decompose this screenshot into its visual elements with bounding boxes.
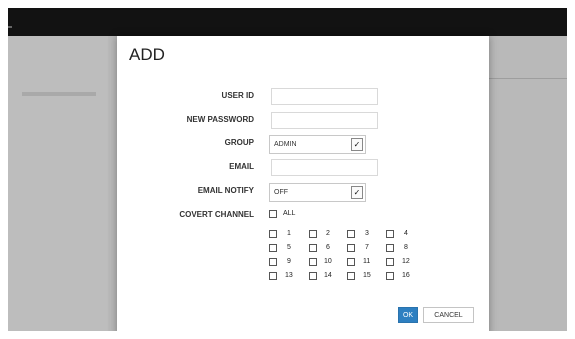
covert-all-label: ALL (283, 210, 296, 217)
group-select[interactable]: ADMIN ✓ (269, 135, 366, 154)
channel-checkbox[interactable] (386, 272, 394, 280)
dialog-title: ADD (129, 45, 165, 64)
group-label: GROUP (224, 138, 254, 147)
channel-label: 6 (326, 244, 330, 251)
channel-label: 1 (287, 230, 291, 237)
channel-label: 16 (402, 272, 410, 279)
channel-checkbox[interactable] (309, 244, 317, 252)
channel-checkbox[interactable] (347, 244, 355, 252)
channel-label: 7 (365, 244, 369, 251)
app-topbar (8, 8, 567, 36)
add-user-dialog: ADD USER ID NEW PASSWORD GROUP ADMIN ✓ E… (117, 36, 489, 331)
channel-label: 4 (404, 230, 408, 237)
chevron-down-icon[interactable]: ✓ (351, 138, 363, 151)
user-id-input[interactable] (271, 88, 378, 105)
topbar-mark (8, 26, 12, 28)
channel-checkbox[interactable] (269, 272, 277, 280)
channel-label: 12 (402, 258, 410, 265)
email-label: EMAIL (229, 162, 254, 171)
channel-checkbox[interactable] (269, 230, 277, 238)
user-id-label: USER ID (221, 91, 254, 100)
channel-label: 14 (324, 272, 332, 279)
email-notify-select[interactable]: OFF ✓ (269, 183, 366, 202)
channel-checkbox[interactable] (269, 258, 277, 266)
app-divider (482, 78, 567, 79)
covert-all-checkbox[interactable] (269, 210, 277, 218)
email-notify-select-value: OFF (274, 189, 288, 196)
channel-label: 15 (363, 272, 371, 279)
channel-checkbox[interactable] (309, 258, 317, 266)
covert-channel-label: COVERT CHANNEL (179, 210, 254, 219)
channel-label: 13 (285, 272, 293, 279)
channel-checkbox[interactable] (386, 230, 394, 238)
ok-button[interactable]: OK (398, 307, 418, 323)
channel-label: 3 (365, 230, 369, 237)
app-background: ADD USER ID NEW PASSWORD GROUP ADMIN ✓ E… (8, 8, 567, 331)
channel-checkbox[interactable] (347, 230, 355, 238)
channel-label: 2 (326, 230, 330, 237)
new-password-label: NEW PASSWORD (186, 115, 254, 124)
cancel-button[interactable]: CANCEL (423, 307, 474, 323)
new-password-input[interactable] (271, 112, 378, 129)
channel-label: 9 (287, 258, 291, 265)
channel-checkbox[interactable] (269, 244, 277, 252)
channel-checkbox[interactable] (386, 244, 394, 252)
channel-checkbox[interactable] (347, 258, 355, 266)
app-sidebar (8, 36, 108, 331)
channel-checkbox[interactable] (309, 272, 317, 280)
chevron-down-icon[interactable]: ✓ (351, 186, 363, 199)
channel-label: 5 (287, 244, 291, 251)
email-input[interactable] (271, 159, 378, 176)
group-select-value: ADMIN (274, 141, 297, 148)
channel-checkbox[interactable] (347, 272, 355, 280)
channel-checkbox[interactable] (386, 258, 394, 266)
sidebar-item-dimmed (22, 92, 96, 96)
channel-label: 10 (324, 258, 332, 265)
channel-label: 8 (404, 244, 408, 251)
channel-label: 11 (363, 258, 371, 265)
email-notify-label: EMAIL NOTIFY (197, 186, 254, 195)
channel-checkbox[interactable] (309, 230, 317, 238)
